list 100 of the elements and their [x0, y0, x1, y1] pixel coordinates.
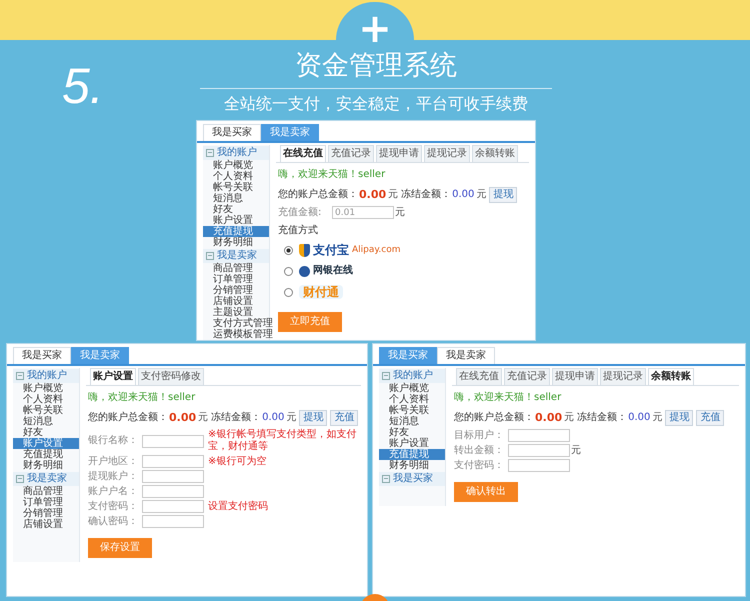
sidebar-item[interactable]: 个人资料 — [13, 394, 79, 405]
sidebar-item[interactable]: 店铺设置 — [203, 296, 269, 307]
sidebar-group-header[interactable]: 我的账户 — [13, 369, 79, 383]
unit-text: 元 — [652, 412, 662, 424]
sidebar-item[interactable]: 帐号关联 — [203, 182, 269, 193]
collapse-icon[interactable] — [382, 475, 390, 483]
small-button[interactable]: 提现 — [665, 410, 694, 426]
greeting-text: 嗨，欢迎来天猫！seller — [88, 392, 196, 404]
collapse-icon[interactable] — [206, 252, 214, 260]
sidebar-item[interactable]: 账户设置 — [203, 215, 269, 226]
collapse-icon[interactable] — [16, 372, 24, 380]
input-field[interactable] — [142, 470, 204, 483]
frozen-label: 冻结金额： — [211, 412, 262, 424]
sidebar-item[interactable]: 账户概览 — [13, 383, 79, 394]
sidebar-group-header[interactable]: 我是卖家 — [13, 472, 79, 486]
balance-amount: 0.00 — [535, 412, 562, 424]
sidebar-item[interactable]: 店铺设置 — [13, 519, 79, 530]
unit-text: 元 — [198, 412, 208, 424]
sidebar-item[interactable]: 帐号关联 — [13, 405, 79, 416]
small-button[interactable]: 提现 — [489, 187, 518, 203]
section-title: 资金管理系统 — [295, 49, 457, 83]
input-field[interactable] — [508, 444, 570, 457]
section-subtitle: 全站统一支付，安全稳定，平台可收手续费 — [224, 93, 528, 115]
sidebar-item[interactable]: 财务明细 — [13, 460, 79, 471]
tab[interactable]: 账户设置 — [90, 368, 136, 385]
unit-text: 元 — [571, 444, 581, 456]
top-tab[interactable]: 我是买家 — [13, 347, 71, 364]
tab[interactable]: 在线充值 — [456, 368, 502, 385]
input-field[interactable] — [142, 434, 204, 448]
sidebar-item[interactable]: 充值提现 — [203, 226, 269, 237]
sidebar-group-header[interactable]: 我是卖家 — [203, 249, 269, 263]
hint-text: 设置支付密码 — [208, 500, 269, 512]
frozen-amount: 0.00 — [452, 189, 474, 201]
sidebar-item[interactable]: 分销管理 — [203, 285, 269, 296]
input-field[interactable] — [142, 500, 204, 513]
unit-text: 元 — [286, 412, 296, 424]
unit-text: 元 — [476, 189, 486, 201]
sidebar-group-header[interactable]: 我的账户 — [203, 146, 269, 160]
sidebar-item[interactable]: 帐号关联 — [379, 405, 445, 416]
input-field[interactable] — [142, 485, 204, 498]
radio-button[interactable] — [284, 246, 293, 254]
small-button[interactable]: 充值 — [696, 410, 724, 426]
sidebar-item[interactable]: 商品管理 — [203, 263, 269, 274]
frozen-amount: 0.00 — [628, 412, 650, 424]
tab[interactable]: 支付密码修改 — [138, 368, 204, 385]
hint-text: ※银行可为空 — [208, 456, 268, 468]
tab[interactable]: 提现申请 — [552, 368, 598, 385]
sidebar-item[interactable]: 短消息 — [379, 416, 445, 427]
top-tab[interactable]: 我是买家 — [203, 124, 261, 141]
sidebar-group-header[interactable]: 我的账户 — [379, 369, 445, 383]
tab[interactable]: 余额转账 — [472, 145, 518, 162]
sidebar-group-header[interactable]: 我是买家 — [379, 472, 445, 486]
sidebar-item[interactable]: 个人资料 — [203, 171, 269, 182]
input-field[interactable] — [142, 455, 204, 468]
collapse-icon[interactable] — [206, 149, 214, 157]
sidebar-item[interactable]: 主题设置 — [203, 307, 269, 318]
hint-text: ※银行帐号填写支付类型，如支付宝，财付通等 — [208, 429, 358, 453]
field-label: 支付密码： — [454, 460, 505, 472]
logo-name: 财付通 — [299, 285, 343, 299]
balance-amount: 0.00 — [359, 189, 386, 201]
balance-label: 您的账户总金额： — [278, 189, 358, 201]
tab[interactable]: 余额转账 — [648, 368, 694, 385]
tab[interactable]: 充值记录 — [504, 368, 550, 385]
sidebar-item[interactable]: 好友 — [13, 427, 79, 438]
field-label: 确认密码： — [88, 516, 139, 528]
sidebar-item[interactable]: 订单管理 — [13, 497, 79, 508]
tab[interactable]: 充值记录 — [328, 145, 374, 162]
sidebar-item[interactable]: 财务明细 — [379, 460, 445, 471]
tab[interactable]: 在线充值 — [280, 145, 326, 162]
small-button[interactable]: 充值 — [330, 410, 358, 426]
sidebar-item[interactable]: 个人资料 — [379, 394, 445, 405]
sidebar-item[interactable]: 账户概览 — [379, 383, 445, 394]
sidebar-item[interactable]: 商品管理 — [13, 486, 79, 497]
sidebar-item[interactable]: 分销管理 — [13, 508, 79, 519]
collapse-icon[interactable] — [16, 475, 24, 483]
radio-button[interactable] — [284, 288, 293, 296]
input-field[interactable] — [508, 459, 570, 472]
top-tab[interactable]: 我是卖家 — [437, 347, 495, 364]
sidebar-item[interactable]: 充值提现 — [13, 449, 79, 460]
sidebar-item[interactable]: 订单管理 — [203, 274, 269, 285]
tab[interactable]: 提现记录 — [600, 368, 646, 385]
sidebar-item[interactable]: 充值提现 — [379, 449, 445, 460]
radio-button[interactable] — [284, 266, 293, 276]
field-label: 目标用户： — [454, 430, 505, 442]
small-button[interactable]: 提现 — [299, 410, 328, 426]
sidebar-item[interactable]: 短消息 — [203, 193, 269, 204]
sidebar-item[interactable]: 好友 — [379, 427, 445, 438]
shield-icon — [299, 244, 310, 256]
sidebar-item[interactable]: 好友 — [203, 204, 269, 215]
sidebar-item[interactable]: 账户设置 — [13, 438, 79, 449]
input-field[interactable] — [508, 429, 570, 442]
frozen-label: 冻结金额： — [401, 189, 452, 201]
tab[interactable]: 提现申请 — [376, 145, 422, 162]
input-field[interactable] — [142, 515, 204, 528]
sidebar-item[interactable]: 财务明细 — [203, 237, 269, 248]
sidebar-item[interactable]: 短消息 — [13, 416, 79, 427]
sidebar-item[interactable]: 账户概览 — [203, 160, 269, 171]
tab[interactable]: 提现记录 — [424, 145, 470, 162]
collapse-icon[interactable] — [382, 372, 390, 380]
sidebar-item[interactable]: 账户设置 — [379, 438, 445, 449]
